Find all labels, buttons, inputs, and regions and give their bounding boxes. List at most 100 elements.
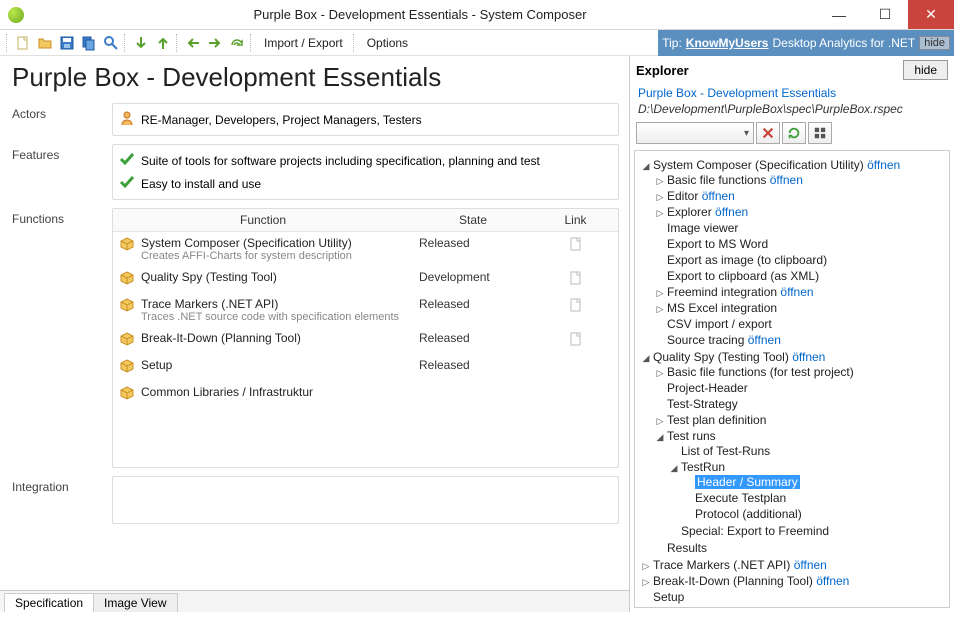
open-link[interactable]: öffnen <box>702 189 735 203</box>
copy-icon[interactable] <box>79 33 99 53</box>
bottom-tabs: Specification Image View <box>0 590 629 612</box>
delete-button[interactable] <box>756 122 780 144</box>
tree-node[interactable]: ▷Editor öffnen <box>655 188 945 204</box>
table-row[interactable]: System Composer (Specification Utility)C… <box>113 232 618 267</box>
function-link[interactable] <box>533 327 618 354</box>
refresh-button[interactable] <box>782 122 806 144</box>
tree-node[interactable]: ◢Test runs List of Test-Runs ◢TestRun He… <box>655 428 945 540</box>
open-link[interactable]: öffnen <box>792 350 825 364</box>
check-icon <box>119 174 135 193</box>
tip-hide-button[interactable]: hide <box>919 36 950 50</box>
tab-image-view[interactable]: Image View <box>93 593 177 612</box>
close-button[interactable]: ✕ <box>908 0 954 29</box>
tab-specification[interactable]: Specification <box>4 593 94 612</box>
tree-node[interactable]: Source tracing öffnen <box>655 332 945 348</box>
open-link[interactable]: öffnen <box>816 574 849 588</box>
tree-node[interactable]: List of Test-Runs <box>669 443 945 459</box>
tree-node[interactable]: ▷Explorer öffnen <box>655 204 945 220</box>
arrow-left-icon[interactable] <box>183 33 203 53</box>
open-link[interactable]: öffnen <box>780 285 813 299</box>
options-menu[interactable]: Options <box>359 36 416 50</box>
function-link[interactable] <box>533 232 618 267</box>
open-link[interactable]: öffnen <box>867 158 900 172</box>
tree-node[interactable]: ▷Freemind integration öffnen <box>655 284 945 300</box>
tree-node[interactable]: Setup <box>641 589 945 605</box>
tree-node[interactable]: Export to MS Word <box>655 236 945 252</box>
open-link[interactable]: öffnen <box>748 333 781 347</box>
document-icon[interactable] <box>568 302 584 316</box>
features-body[interactable]: Suite of tools for software projects inc… <box>112 144 619 200</box>
function-link[interactable] <box>533 293 618 327</box>
table-row[interactable]: Common Libraries / Infrastruktur <box>113 381 618 408</box>
open-link[interactable]: öffnen <box>715 205 748 219</box>
grid-button[interactable] <box>808 122 832 144</box>
tip-link[interactable]: KnowMyUsers <box>686 36 769 50</box>
integration-label: Integration <box>12 476 112 524</box>
save-icon[interactable] <box>57 33 77 53</box>
explorer-combo[interactable] <box>636 122 754 144</box>
tree-node[interactable]: ▷Basic file functions (for test project) <box>655 364 945 380</box>
box-icon <box>119 297 135 323</box>
tree-node[interactable]: ◢TestRun Header / Summary Execute Testpl… <box>669 459 945 523</box>
tree-node[interactable]: ◢System Composer (Specification Utility)… <box>641 157 945 349</box>
tree-node-selected[interactable]: Header / Summary <box>683 474 945 490</box>
tree-node[interactable]: Image viewer <box>655 220 945 236</box>
function-link[interactable] <box>533 266 618 293</box>
toolbar: Import / Export Options Tip: KnowMyUsers… <box>0 30 954 56</box>
tree-node[interactable]: Project-Header <box>655 380 945 396</box>
col-state[interactable]: State <box>413 209 533 232</box>
open-link[interactable]: öffnen <box>770 173 803 187</box>
table-row[interactable]: Break-It-Down (Planning Tool)Released <box>113 327 618 354</box>
minimize-button[interactable]: — <box>816 0 862 29</box>
features-label: Features <box>12 144 112 200</box>
actors-body[interactable]: RE-Manager, Developers, Project Managers… <box>112 103 619 136</box>
actor-icon <box>119 110 135 129</box>
tree-node[interactable]: Results <box>655 540 945 556</box>
explorer-hide-button[interactable]: hide <box>903 60 948 80</box>
function-name: Setup <box>141 358 172 372</box>
tree-node[interactable]: ◢Quality Spy (Testing Tool) öffnen ▷Basi… <box>641 349 945 557</box>
tree-node[interactable]: ▷MS Excel integration <box>655 300 945 316</box>
import-export-menu[interactable]: Import / Export <box>256 36 351 50</box>
actors-text: RE-Manager, Developers, Project Managers… <box>141 113 422 127</box>
document-icon[interactable] <box>568 241 584 255</box>
open-link[interactable]: öffnen <box>794 558 827 572</box>
open-folder-icon[interactable] <box>35 33 55 53</box>
integration-body[interactable] <box>112 476 619 524</box>
tree-node[interactable]: ▷Break-It-Down (Planning Tool) öffnen <box>641 573 945 589</box>
tree-node[interactable]: ▷Test plan definition <box>655 412 945 428</box>
table-row[interactable]: SetupReleased <box>113 354 618 381</box>
check-icon <box>119 151 135 170</box>
function-name: Trace Markers (.NET API) <box>141 297 399 311</box>
functions-body[interactable]: Function State Link System Composer (Spe… <box>112 208 619 468</box>
table-row[interactable]: Quality Spy (Testing Tool)Development <box>113 266 618 293</box>
arrow-up-icon[interactable] <box>153 33 173 53</box>
explorer-header: Explorer <box>636 63 689 78</box>
tree-node[interactable]: CSV import / export <box>655 316 945 332</box>
col-function[interactable]: Function <box>113 209 413 232</box>
tree-node[interactable]: Export as image (to clipboard) <box>655 252 945 268</box>
maximize-button[interactable]: ☐ <box>862 0 908 29</box>
box-icon <box>119 236 135 262</box>
tree-node[interactable]: Export to clipboard (as XML) <box>655 268 945 284</box>
tree-node[interactable]: Test-Strategy <box>655 396 945 412</box>
explorer-title[interactable]: Purple Box - Development Essentials <box>630 84 954 102</box>
tree-node[interactable]: ▷Basic file functions öffnen <box>655 172 945 188</box>
arrow-right-icon[interactable] <box>205 33 225 53</box>
tree-node[interactable]: Execute Testplan <box>683 490 945 506</box>
tip-text: Desktop Analytics for .NET <box>772 36 915 50</box>
redo-icon[interactable] <box>227 33 247 53</box>
col-link[interactable]: Link <box>533 209 618 232</box>
explorer-tree[interactable]: ◢System Composer (Specification Utility)… <box>634 150 950 608</box>
function-state: Released <box>413 327 533 354</box>
tree-node[interactable]: Special: Export to Freemind <box>669 523 945 539</box>
tree-node[interactable]: Protocol (additional) <box>683 506 945 522</box>
document-icon[interactable] <box>568 275 584 289</box>
document-icon[interactable] <box>568 336 584 350</box>
tree-node[interactable]: ▷Trace Markers (.NET API) öffnen <box>641 557 945 573</box>
new-file-icon[interactable] <box>13 33 33 53</box>
search-icon[interactable] <box>101 33 121 53</box>
tree-node[interactable]: Common Libraries / Infrastruktur <box>641 605 945 608</box>
arrow-down-icon[interactable] <box>131 33 151 53</box>
table-row[interactable]: Trace Markers (.NET API)Traces .NET sour… <box>113 293 618 327</box>
